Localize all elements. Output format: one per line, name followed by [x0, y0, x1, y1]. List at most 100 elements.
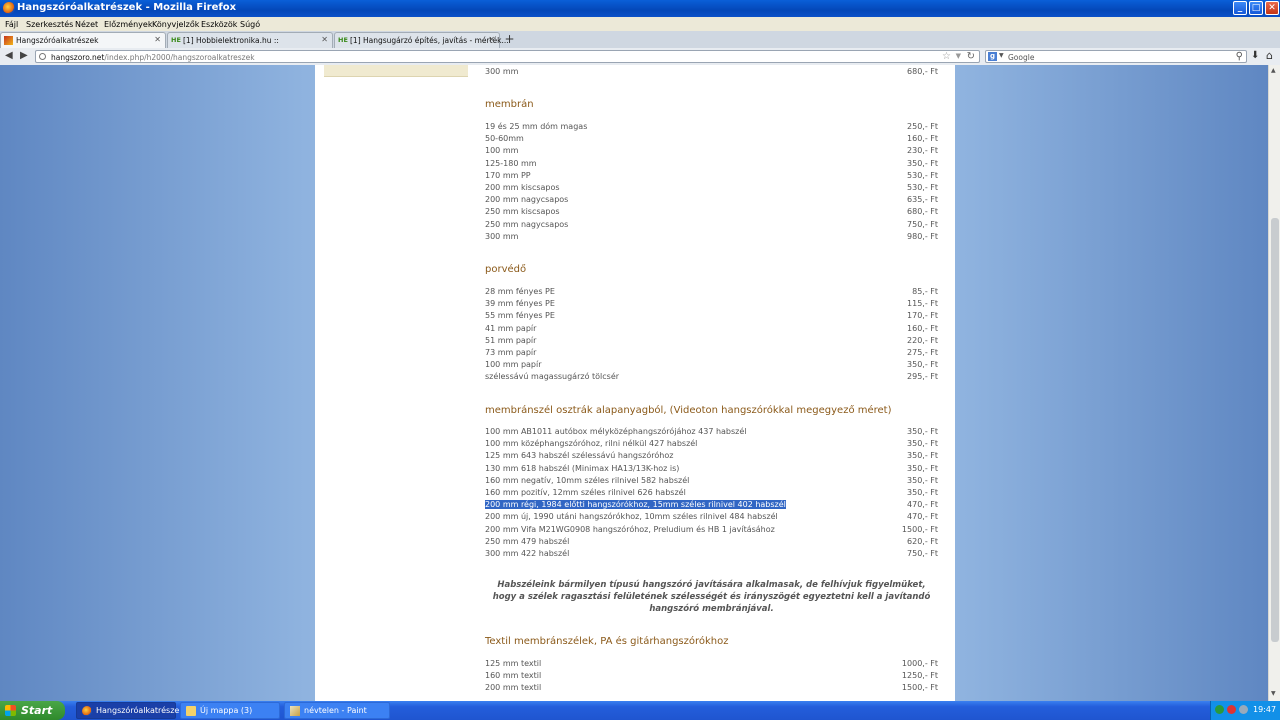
- item-price: 1250,- Ft: [901, 671, 938, 681]
- sidebar-box: [324, 65, 468, 77]
- search-bar[interactable]: g ▼ Google ⚲: [985, 50, 1247, 63]
- item-price: 980,- Ft: [907, 231, 938, 241]
- taskbar-firefox[interactable]: Hangszóróalkatrésze...: [76, 702, 187, 719]
- scroll-down-icon[interactable]: ▼: [1271, 690, 1276, 697]
- item-name: 170 mm PP: [485, 170, 531, 180]
- menu-tools[interactable]: Eszközök: [201, 20, 237, 29]
- start-button[interactable]: Start: [0, 701, 65, 720]
- item-price: 160,- Ft: [907, 323, 938, 333]
- search-icon[interactable]: ⚲: [1236, 51, 1243, 63]
- item-name: 19 és 25 mm dóm magas: [485, 122, 588, 131]
- forward-button[interactable]: ▶: [20, 50, 28, 62]
- item-name: 125-180 mm: [485, 158, 537, 168]
- task-label: Új mappa (3): [200, 706, 253, 715]
- menu-bookmarks[interactable]: Könyvjelzők: [152, 20, 199, 29]
- bookmark-star-icon[interactable]: ☆: [942, 51, 951, 63]
- google-icon[interactable]: g: [988, 52, 997, 61]
- item-price: 470,- Ft: [907, 512, 938, 522]
- item-name: 300 mm: [485, 231, 519, 241]
- item-name: 100 mm AB1011 autóbox mélyközéphangszóró…: [485, 427, 747, 436]
- reload-icon[interactable]: ↻: [967, 51, 975, 63]
- tab-label: [1] Hangsugárzó építés, javítás - mérték…: [350, 36, 509, 45]
- navigation-bar: ◀ ▶ hangszoro.net/index.php/h2000/hangsz…: [0, 48, 1280, 66]
- price-row: 19 és 25 mm dóm magas 250,- Ft: [485, 122, 938, 134]
- search-engine-dropdown-icon[interactable]: ▼: [999, 52, 1004, 59]
- close-window-button[interactable]: ✕: [1265, 1, 1279, 15]
- item-price: 1500,- Ft: [901, 524, 938, 534]
- globe-icon: [39, 53, 46, 60]
- tab-hobbielektronika[interactable]: HE [1] Hobbielektronika.hu :: ✕: [167, 32, 333, 48]
- price-row: szélessávú magassugárzó tölcsér 295,- Ft: [485, 372, 938, 384]
- he-favicon-icon: HE: [338, 36, 348, 44]
- download-icon[interactable]: ⬇: [1251, 50, 1259, 61]
- taskbar-paint[interactable]: névtelen - Paint: [284, 702, 390, 719]
- item-price: 350,- Ft: [907, 475, 938, 485]
- item-name: 250 mm nagycsapos: [485, 219, 569, 229]
- tab-close-icon[interactable]: ✕: [488, 35, 495, 44]
- scrollbar-thumb[interactable]: [1271, 218, 1279, 642]
- tab-close-icon[interactable]: ✕: [321, 35, 328, 44]
- tab-hangszoroalkatreszek[interactable]: Hangszóróalkatrészek ✕: [0, 32, 166, 48]
- item-price: 350,- Ft: [907, 463, 938, 473]
- tab-label: [1] Hobbielektronika.hu ::: [183, 36, 279, 45]
- menu-history[interactable]: Előzmények: [104, 20, 152, 29]
- new-tab-button[interactable]: +: [501, 33, 518, 47]
- tab-hangsugarzo[interactable]: HE [1] Hangsugárzó építés, javítás - mér…: [334, 32, 509, 48]
- he-favicon-icon: HE: [171, 36, 181, 44]
- price-row: 73 mm papír 275,- Ft: [485, 348, 938, 360]
- network-icon[interactable]: [1215, 705, 1224, 714]
- item-name: 100 mm középhangszóróhoz, rilni nélkül 4…: [485, 439, 698, 449]
- task-label: Hangszóróalkatrésze...: [96, 706, 187, 715]
- item-name: 41 mm papír: [485, 323, 537, 333]
- section-heading: membrán: [485, 99, 534, 110]
- volume-icon[interactable]: [1239, 705, 1248, 714]
- tab-close-icon[interactable]: ✕: [154, 35, 161, 44]
- price-row: 200 mm textil 1500,- Ft: [485, 683, 938, 695]
- item-name: 55 mm fényes PE: [485, 311, 555, 321]
- url-domain: hangszoro.net: [51, 53, 105, 62]
- start-label: Start: [21, 704, 53, 717]
- price-row: 55 mm fényes PE 170,- Ft: [485, 311, 938, 323]
- item-name: 300 mm 422 habszél: [485, 549, 570, 558]
- window-title: Hangszóróalkatrészek - Mozilla Firefox: [17, 2, 237, 13]
- item-name: 300 mm: [485, 67, 519, 76]
- item-price: 275,- Ft: [907, 348, 938, 357]
- menu-file[interactable]: Fájl: [5, 20, 18, 29]
- window-titlebar[interactable]: Hangszóróalkatrészek - Mozilla Firefox _…: [0, 0, 1280, 17]
- item-price: 530,- Ft: [907, 170, 938, 180]
- menu-help[interactable]: Súgó: [240, 20, 260, 29]
- item-name: 200 mm Vifa M21WG0908 hangszóróhoz, Prel…: [485, 524, 775, 534]
- item-price: 220,- Ft: [907, 335, 938, 345]
- url-bar[interactable]: hangszoro.net/index.php/h2000/hangszoroa…: [35, 50, 980, 63]
- page-content: 300 mm 680,- Ft membrán 19 és 25 mm dóm …: [315, 65, 955, 701]
- minimize-button[interactable]: _: [1233, 1, 1247, 15]
- price-row: 160 mm textil 1250,- Ft: [485, 671, 938, 683]
- maximize-button[interactable]: □: [1249, 1, 1263, 15]
- item-price: 635,- Ft: [907, 195, 938, 205]
- item-name: szélessávú magassugárzó tölcsér: [485, 372, 620, 382]
- price-row: 250 mm 479 habszél 620,- Ft: [485, 537, 938, 549]
- item-name: 100 mm papír: [485, 360, 542, 370]
- item-price: 350,- Ft: [907, 158, 938, 168]
- vertical-scrollbar[interactable]: ▲ ▼: [1268, 65, 1280, 701]
- antivirus-icon[interactable]: [1227, 705, 1236, 714]
- menu-view[interactable]: Nézet: [75, 20, 98, 29]
- price-row: 160 mm pozitív, 12mm széles rilnivel 626…: [485, 488, 938, 500]
- item-price: 250,- Ft: [907, 122, 938, 131]
- item-name: 50-60mm: [485, 134, 524, 144]
- section-heading: porvédő: [485, 264, 527, 275]
- menu-edit[interactable]: Szerkesztés: [26, 20, 73, 29]
- section-heading: Textil membránszélek, PA és gitárhangszó…: [485, 636, 729, 647]
- item-name: 125 mm 643 habszél szélessávú hangszóróh…: [485, 451, 674, 461]
- item-name: 200 mm kiscsapos: [485, 183, 560, 192]
- item-name: 160 mm pozitív, 12mm széles rilnivel 626…: [485, 488, 686, 497]
- price-row: 125 mm 643 habszél szélessávú hangszóróh…: [485, 451, 938, 463]
- url-dropdown-icon[interactable]: ▼: [956, 52, 961, 60]
- taskbar-folder[interactable]: Új mappa (3): [180, 702, 280, 719]
- folder-icon: [186, 706, 196, 716]
- home-icon[interactable]: ⌂: [1266, 49, 1273, 62]
- price-row: 100 mm papír 350,- Ft: [485, 360, 938, 372]
- scroll-up-icon[interactable]: ▲: [1271, 67, 1276, 74]
- back-button[interactable]: ◀: [5, 50, 13, 62]
- price-row: 100 mm 230,- Ft: [485, 146, 938, 158]
